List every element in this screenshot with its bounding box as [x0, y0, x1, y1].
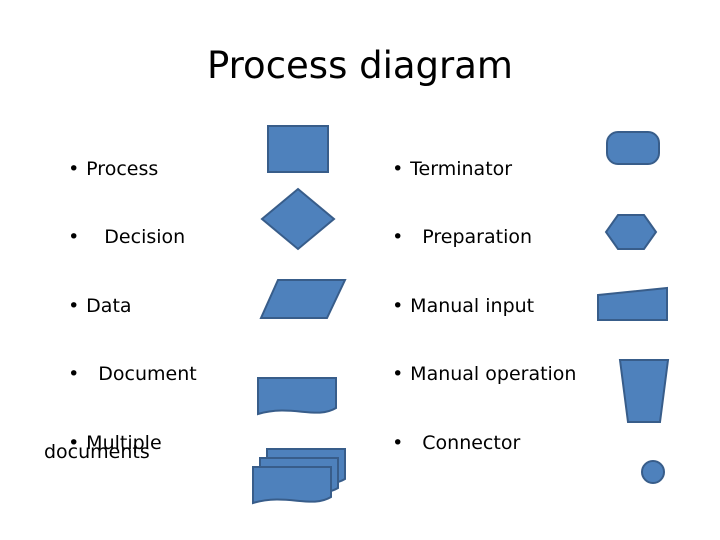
- manual-operation-trapezoid: [616, 357, 672, 425]
- list-item-manual-operation[interactable]: • Manual operation: [368, 337, 576, 412]
- connector-circle: [639, 458, 667, 486]
- list-item-connector[interactable]: • Connector: [368, 406, 520, 481]
- list-item-label: Data: [86, 295, 132, 317]
- preparation-hexagon: [604, 213, 658, 251]
- bullet-icon: •: [392, 363, 404, 385]
- list-item-indent: [86, 363, 98, 385]
- terminator-rounded-rectangle: [606, 131, 660, 165]
- list-item-indent: [410, 226, 422, 248]
- data-parallelogram: [259, 278, 347, 320]
- document-shape: [256, 376, 342, 418]
- list-item-document[interactable]: • Document: [44, 337, 197, 412]
- list-item-label: Document: [98, 363, 197, 385]
- slide-canvas: Process diagram • Process • Decision • Dat…: [0, 0, 720, 540]
- list-item-label: Decision: [104, 226, 186, 248]
- list-item-manual-input[interactable]: • Manual input: [368, 269, 534, 344]
- list-item-preparation[interactable]: • Preparation: [368, 200, 532, 275]
- manual-input-shape: [596, 286, 670, 322]
- list-item-decision[interactable]: • Decision: [44, 200, 185, 275]
- bullet-icon: •: [392, 158, 404, 180]
- process-rectangle: [267, 125, 329, 173]
- bullet-icon: •: [68, 295, 80, 317]
- bullet-icon: •: [392, 226, 404, 248]
- list-item-label: Manual operation: [410, 363, 577, 385]
- list-item-label: Terminator: [410, 158, 513, 180]
- list-item-data[interactable]: • Data: [44, 269, 132, 344]
- list-item-process[interactable]: • Process: [44, 132, 158, 207]
- bullet-icon: •: [68, 226, 80, 248]
- multiple-documents-stack: [250, 446, 354, 514]
- list-item-indent: [410, 432, 422, 454]
- decision-diamond: [260, 187, 336, 251]
- list-item-label: Connector: [422, 432, 521, 454]
- bullet-icon: •: [392, 432, 404, 454]
- bullet-icon: •: [392, 295, 404, 317]
- list-item-label: Preparation: [422, 226, 533, 248]
- bullet-icon: •: [68, 363, 80, 385]
- list-item-terminator[interactable]: • Terminator: [368, 132, 512, 207]
- list-item-label: Manual input: [410, 295, 535, 317]
- list-item-label: Process: [86, 158, 159, 180]
- bullet-icon: •: [68, 158, 80, 180]
- page-title: Process diagram: [207, 44, 513, 87]
- list-item-multiple-documents-wrap: documents: [44, 441, 150, 463]
- list-item-indent: [86, 226, 104, 248]
